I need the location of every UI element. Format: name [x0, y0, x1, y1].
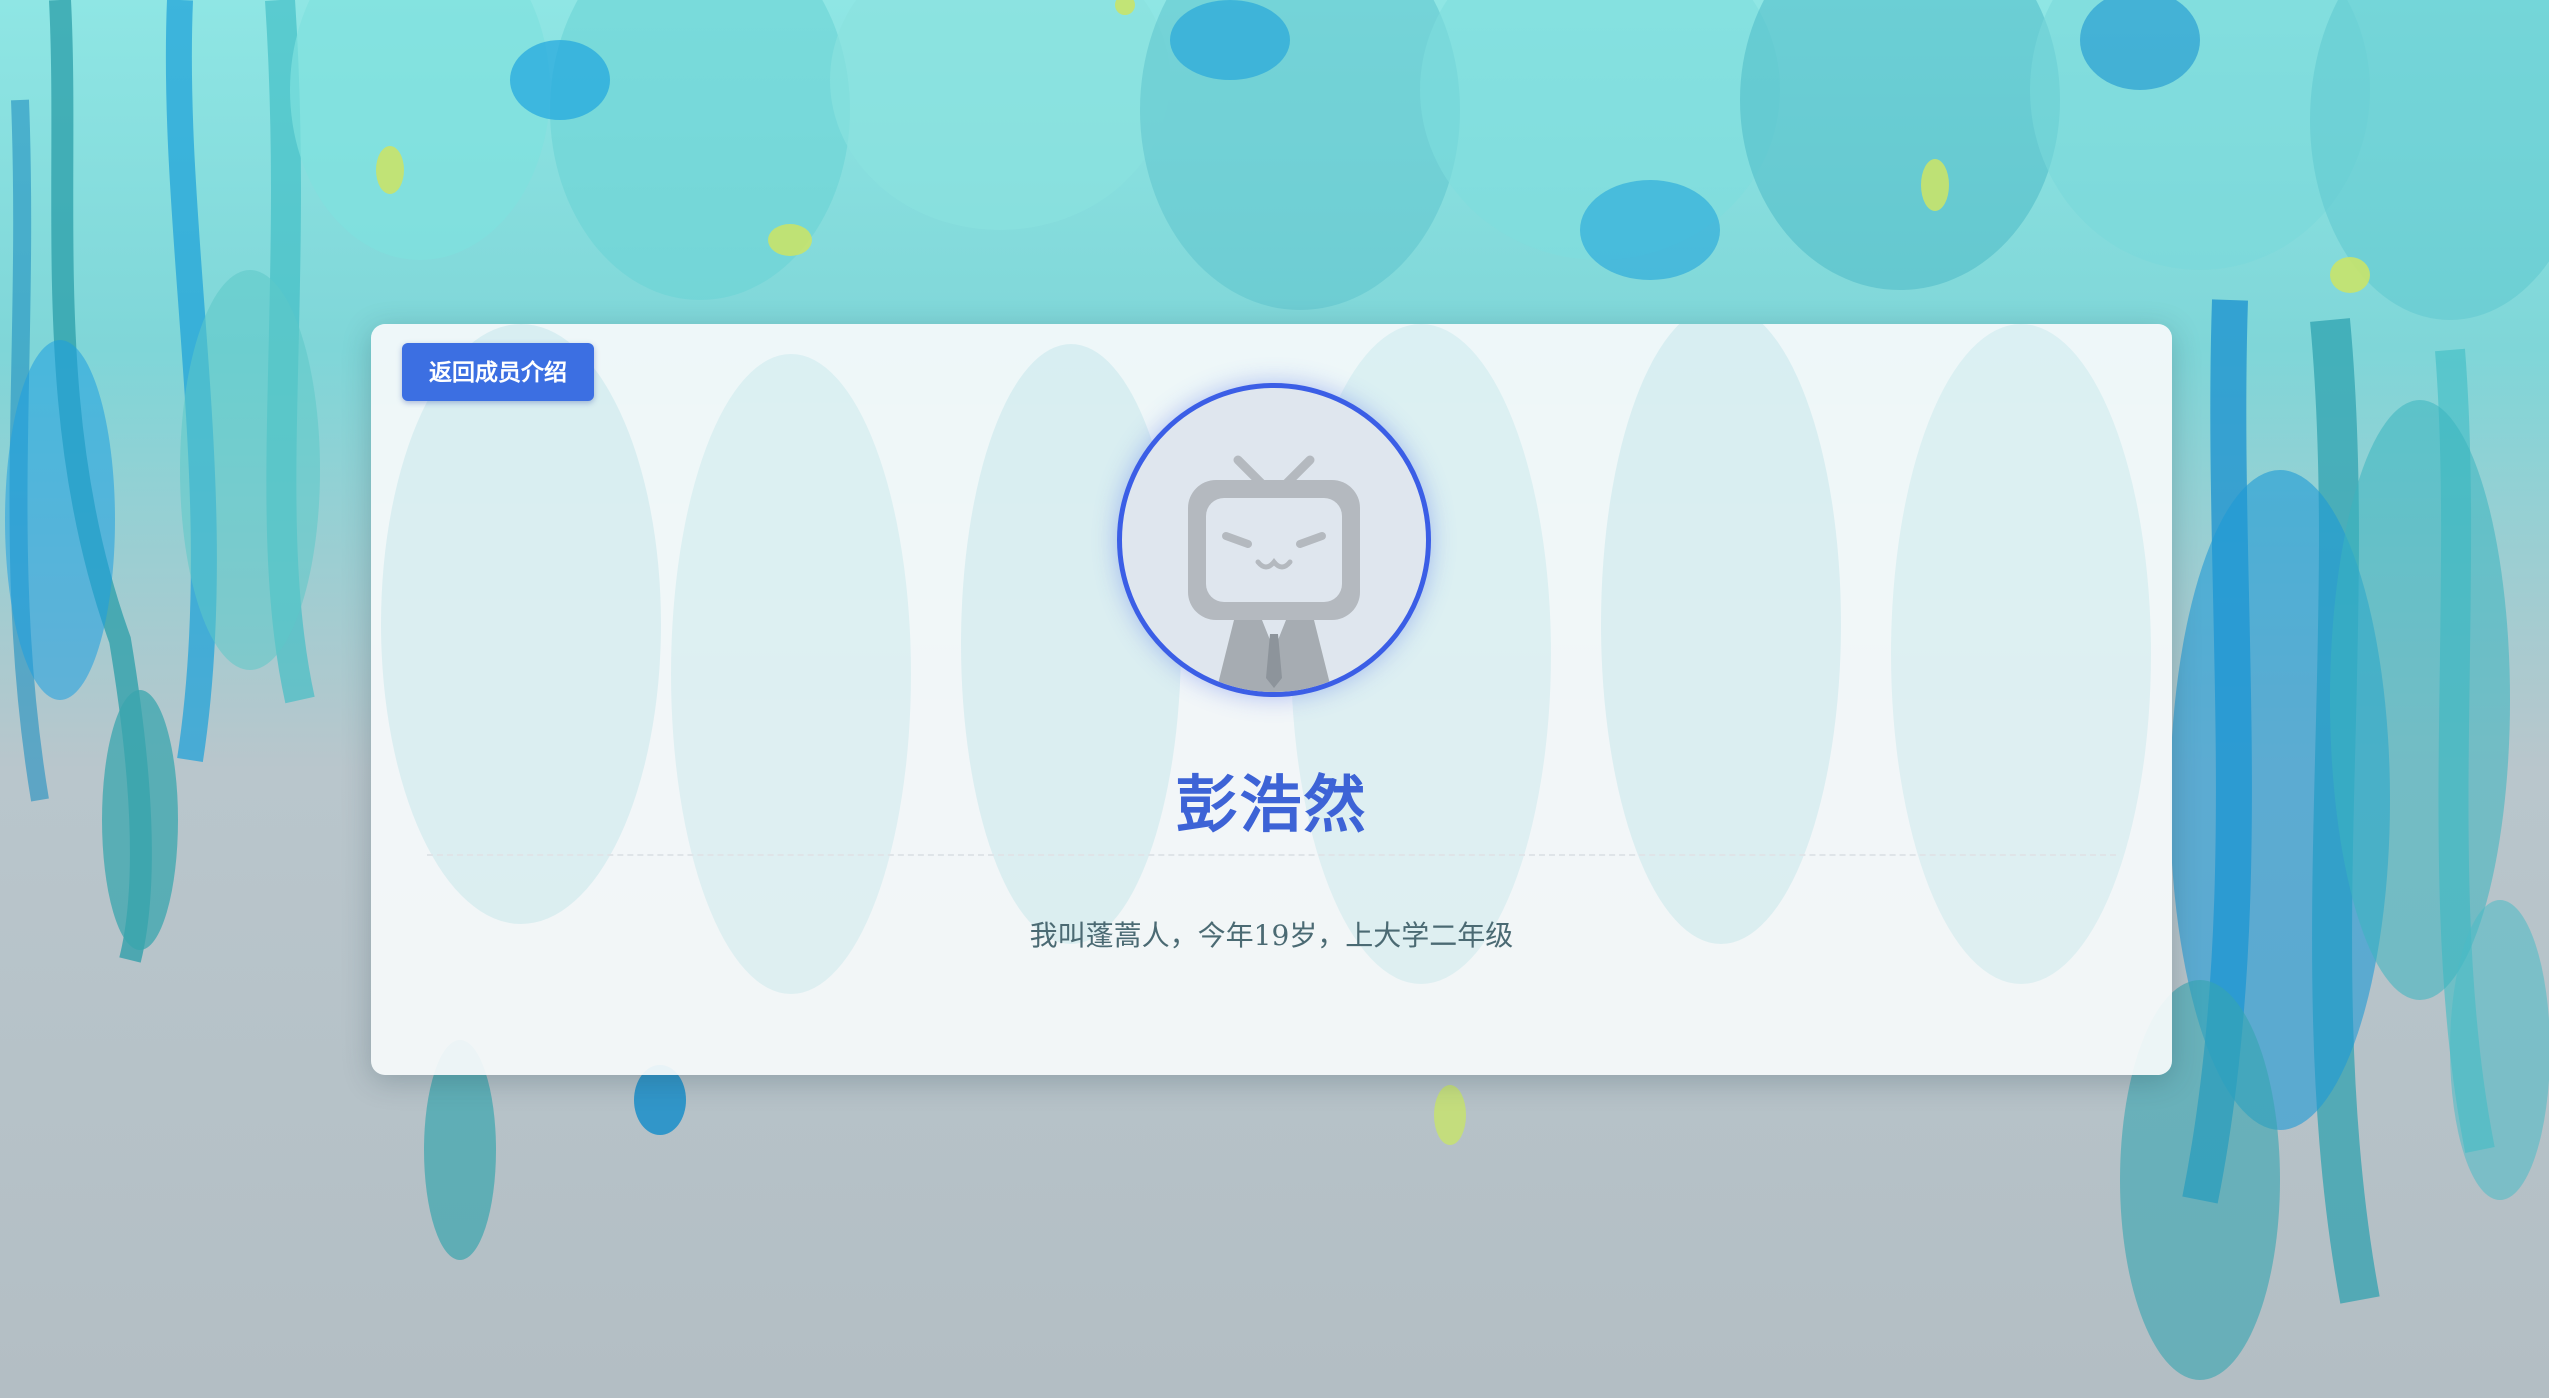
member-bio: 我叫蓬蒿人，今年19岁，上大学二年级	[1029, 919, 1514, 952]
member-name: 彭浩然	[1175, 768, 1368, 841]
bilibili-tv-mascot-icon	[1188, 455, 1360, 692]
divider	[427, 854, 2116, 856]
avatar[interactable]	[1117, 383, 1431, 697]
back-to-members-button[interactable]: 返回成员介绍	[402, 343, 594, 401]
member-profile-card: 返回成员介绍 彭浩然 我叫蓬蒿人，今年19岁，上大学二年级	[371, 324, 2172, 1075]
vine-cluster-top	[290, 0, 2549, 320]
